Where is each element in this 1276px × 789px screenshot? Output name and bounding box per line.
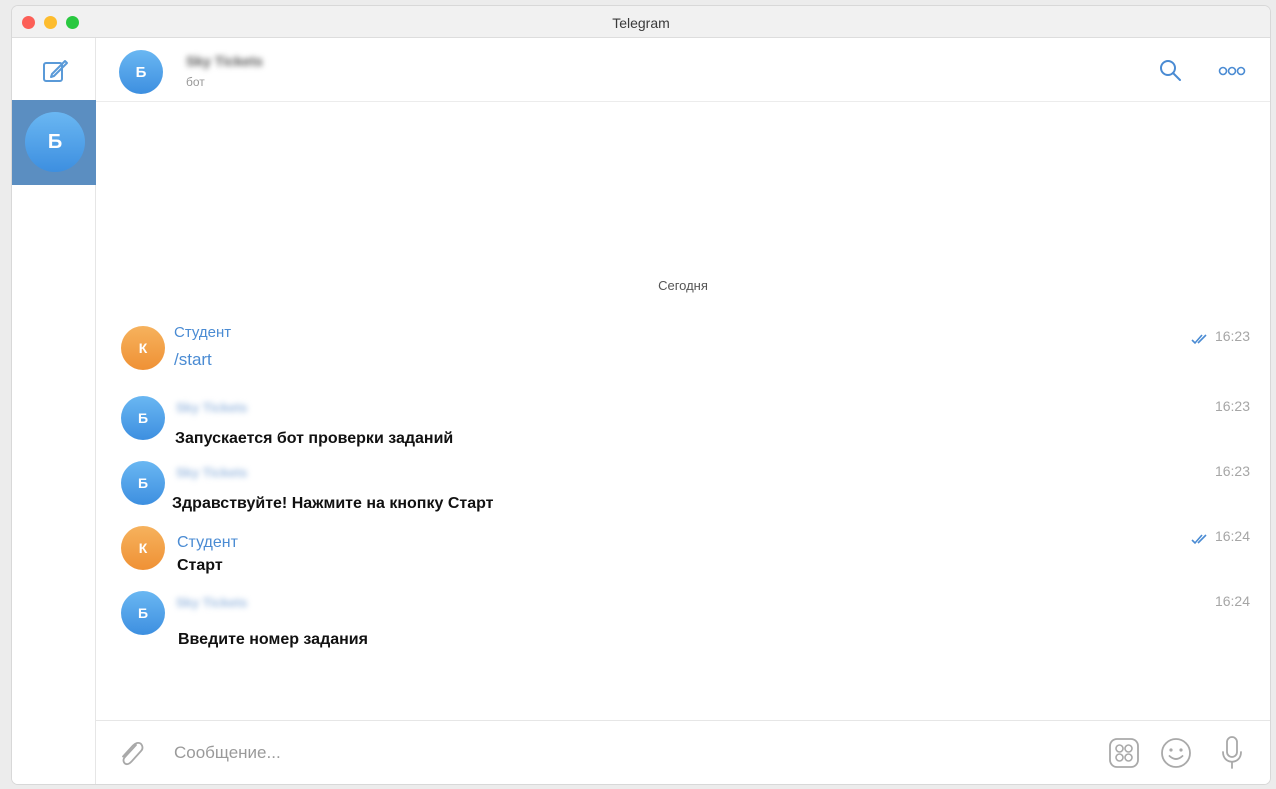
sender-avatar[interactable]: К [121,526,165,570]
message-author[interactable]: Sky Tickets [176,465,247,480]
date-separator: Сегодня [658,278,708,293]
microphone-icon[interactable] [1220,735,1244,771]
message-time: 16:24 [1214,593,1250,609]
message-text[interactable]: Старт [177,557,223,575]
message-item[interactable]: Б Sky Tickets Здравствуйте! Нажмите на к… [96,461,1270,521]
emoji-icon[interactable] [1160,737,1192,769]
sticker-icon[interactable] [1108,737,1140,769]
message-text[interactable]: /start [174,350,212,370]
window-title: Telegram [612,15,670,31]
telegram-window: Telegram Б Б Sky Tickets бот Сегодня К С… [12,6,1270,784]
message-composer [96,720,1270,784]
message-author[interactable]: Sky Tickets [176,400,247,415]
message-time: 16:23 [1214,463,1250,479]
compose-icon[interactable] [40,56,70,86]
message-time: 16:23 [1214,398,1250,414]
chat-sidebar: Б [12,38,96,784]
message-time-label: 16:23 [1214,328,1250,344]
message-author[interactable]: Студент [177,534,238,552]
message-item[interactable]: К Студент Старт 16:24 [96,526,1270,586]
sidebar-chat-item[interactable]: Б [12,100,96,185]
message-text[interactable]: Введите номер задания [178,631,368,649]
sender-avatar[interactable]: Б [121,591,165,635]
message-item[interactable]: Б Sky Tickets Запускается бот проверки з… [96,396,1270,456]
message-text[interactable]: Здравствуйте! Нажмите на кнопку Старт [172,495,494,513]
message-author[interactable]: Студент [174,324,231,341]
more-icon[interactable] [1218,64,1246,76]
message-item[interactable]: Б Sky Tickets Введите номер задания 16:2… [96,591,1270,651]
header-avatar[interactable]: Б [119,50,163,94]
chat-title[interactable]: Sky Tickets [186,53,263,69]
sender-avatar[interactable]: К [121,326,165,370]
message-history[interactable]: Сегодня К Студент /start 16:23 Б Sky Tic… [96,102,1270,720]
sender-avatar[interactable]: Б [121,396,165,440]
search-icon[interactable] [1158,58,1182,82]
message-input[interactable] [174,737,1054,769]
message-text[interactable]: Запускается бот проверки заданий [175,430,453,448]
title-bar: Telegram [12,6,1270,38]
chat-avatar: Б [25,112,85,172]
message-item[interactable]: К Студент /start 16:23 [96,324,1270,386]
message-time: 16:24 [1191,528,1250,544]
chat-header: Б Sky Tickets бот [96,38,1270,102]
message-author[interactable]: Sky Tickets [176,595,247,610]
chat-status: бот [186,75,205,89]
message-time-label: 16:24 [1214,528,1250,544]
sender-avatar[interactable]: Б [121,461,165,505]
attach-icon[interactable] [116,737,146,771]
message-time: 16:23 [1191,328,1250,344]
read-ticks-icon [1191,332,1211,344]
read-ticks-icon [1191,532,1211,544]
